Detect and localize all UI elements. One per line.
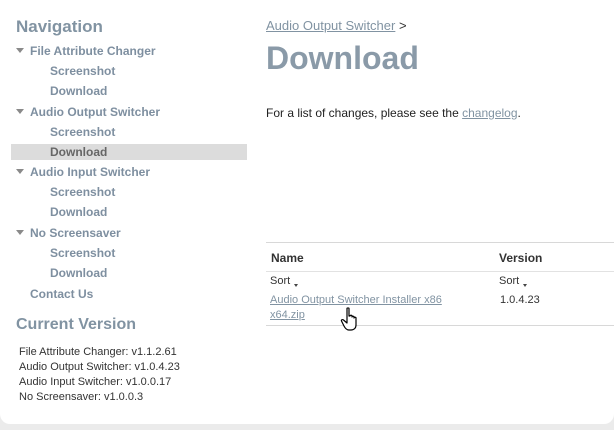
version-line: File Attribute Changer: v1.1.2.61 bbox=[19, 346, 177, 358]
changelog-link[interactable]: changelog bbox=[462, 106, 517, 120]
nav-heading: Navigation bbox=[16, 17, 103, 36]
version-line: Audio Input Switcher: v1.0.0.17 bbox=[19, 376, 172, 388]
table-top-border bbox=[266, 242, 614, 243]
nav-group-label[interactable]: No Screensaver bbox=[30, 226, 121, 240]
expand-triangle-icon[interactable] bbox=[16, 48, 24, 53]
expand-triangle-icon[interactable] bbox=[16, 109, 24, 114]
page-title: Download bbox=[266, 40, 419, 76]
breadcrumb-separator: > bbox=[398, 18, 407, 33]
hand-cursor-icon bbox=[340, 307, 357, 331]
nav-item-contact-us[interactable]: Contact Us bbox=[30, 287, 93, 301]
table-bottom-border bbox=[266, 325, 614, 326]
sort-version-control[interactable]: Sort bbox=[499, 275, 528, 287]
intro-suffix: . bbox=[517, 106, 521, 120]
nav-item-download-selected[interactable]: Download bbox=[50, 145, 107, 159]
version-line: Audio Output Switcher: v1.0.4.23 bbox=[19, 361, 180, 373]
breadcrumb-link[interactable]: Audio Output Switcher bbox=[266, 18, 395, 33]
sort-name-control[interactable]: Sort bbox=[270, 275, 299, 287]
nav-item-download[interactable]: Download bbox=[50, 266, 107, 280]
sort-arrow-icon[interactable] bbox=[523, 284, 528, 287]
nav-selected-highlight bbox=[11, 144, 247, 160]
nav-item-screenshot[interactable]: Screenshot bbox=[50, 246, 115, 260]
nav-item-screenshot[interactable]: Screenshot bbox=[50, 64, 115, 78]
table-header-divider bbox=[266, 271, 614, 272]
column-header-version: Version bbox=[499, 251, 543, 265]
download-file-link[interactable]: Audio Output Switcher Installer x86 x64.… bbox=[270, 293, 470, 323]
nav-item-screenshot[interactable]: Screenshot bbox=[50, 185, 115, 199]
intro-text: For a list of changes, please see the ch… bbox=[266, 106, 521, 120]
nav-item-download[interactable]: Download bbox=[50, 84, 107, 98]
sidebar: Navigation File Attribute Changer Screen… bbox=[0, 0, 250, 424]
nav-item-download[interactable]: Download bbox=[50, 205, 107, 219]
current-version-heading: Current Version bbox=[16, 316, 137, 333]
nav-item-screenshot[interactable]: Screenshot bbox=[50, 125, 115, 139]
nav-group-file-attribute-changer[interactable]: File Attribute Changer bbox=[16, 44, 156, 58]
nav-group-audio-input-switcher[interactable]: Audio Input Switcher bbox=[16, 165, 150, 179]
nav-group-no-screensaver[interactable]: No Screensaver bbox=[16, 226, 121, 240]
nav-group-label[interactable]: Audio Input Switcher bbox=[30, 165, 150, 179]
nav-group-label[interactable]: Audio Output Switcher bbox=[30, 105, 160, 119]
column-header-name: Name bbox=[271, 251, 304, 265]
expand-triangle-icon[interactable] bbox=[16, 230, 24, 235]
expand-triangle-icon[interactable] bbox=[16, 169, 24, 174]
intro-prefix: For a list of changes, please see the bbox=[266, 106, 463, 120]
breadcrumb: Audio Output Switcher > bbox=[266, 18, 407, 33]
nav-group-audio-output-switcher[interactable]: Audio Output Switcher bbox=[16, 105, 160, 119]
sort-label[interactable]: Sort bbox=[270, 275, 290, 287]
file-version: 1.0.4.23 bbox=[500, 294, 540, 306]
sort-label[interactable]: Sort bbox=[499, 275, 519, 287]
version-line: No Screensaver: v1.0.0.3 bbox=[19, 391, 144, 403]
sort-arrow-icon[interactable] bbox=[294, 284, 299, 287]
nav-group-label[interactable]: File Attribute Changer bbox=[30, 44, 156, 58]
page-panel: Navigation File Attribute Changer Screen… bbox=[0, 0, 614, 424]
